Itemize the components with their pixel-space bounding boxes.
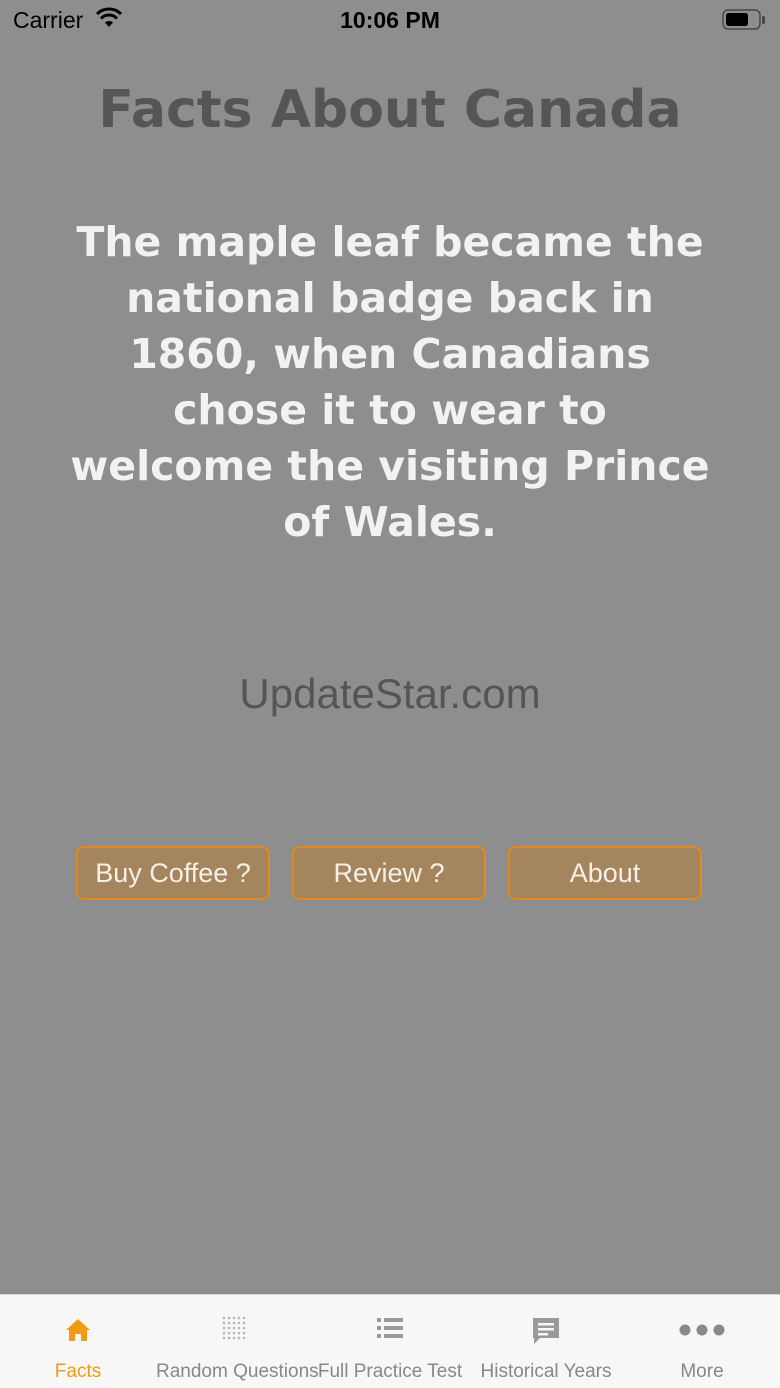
tab-random-questions[interactable]: Random Questions <box>156 1295 319 1388</box>
page-title: Facts About Canada <box>98 80 682 140</box>
about-button[interactable]: About <box>508 846 702 900</box>
more-dots-icon <box>624 1315 780 1347</box>
tab-full-practice-test[interactable]: Full Practice Test <box>312 1295 468 1388</box>
tab-more-label: More <box>680 1361 724 1382</box>
status-bar: Carrier 10:06 PM <box>0 0 780 40</box>
fact-text: The maple leaf became the national badge… <box>70 218 710 546</box>
tab-historical-years[interactable]: Historical Years <box>468 1295 624 1388</box>
tab-facts-label: Facts <box>54 1361 102 1382</box>
list-icon <box>312 1315 468 1347</box>
tab-bar: Facts Random Questions Full Practice Tes… <box>0 1294 780 1388</box>
home-icon <box>0 1315 156 1347</box>
watermark-text: UpdateStar.com <box>239 670 541 717</box>
chat-bubble-icon <box>468 1315 624 1347</box>
tab-more[interactable]: More <box>624 1295 780 1388</box>
tab-historical-years-label: Historical Years <box>480 1361 612 1382</box>
tab-random-questions-label: Random Questions <box>156 1361 319 1382</box>
status-time: 10:06 PM <box>340 7 440 33</box>
tab-full-practice-test-label: Full Practice Test <box>317 1361 463 1382</box>
buy-coffee-button[interactable]: Buy Coffee ? <box>76 846 270 900</box>
review-button[interactable]: Review ? <box>292 846 486 900</box>
battery-icon <box>722 9 766 36</box>
tab-facts[interactable]: Facts <box>0 1295 156 1388</box>
grid-dots-icon <box>156 1315 312 1347</box>
